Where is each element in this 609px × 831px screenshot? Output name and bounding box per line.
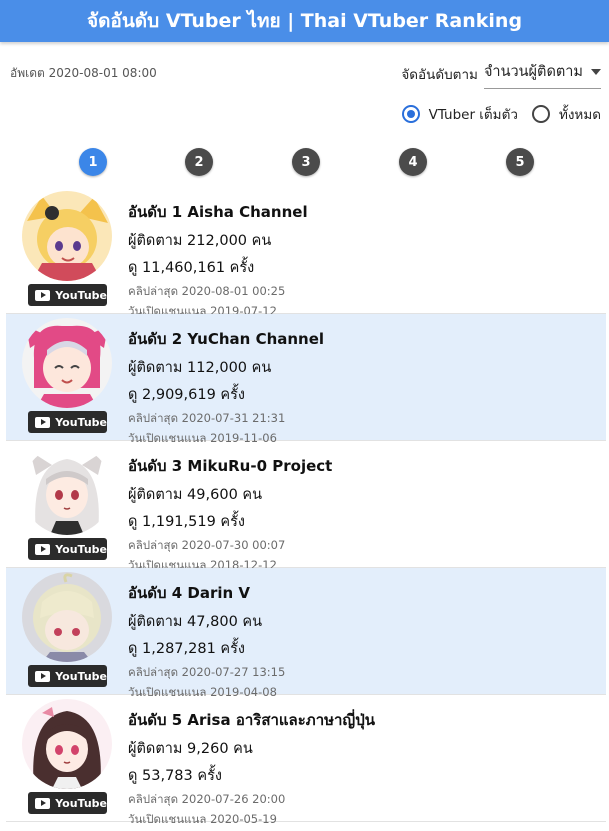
- page-title: จัดอันดับ VTuber ไทย | Thai VTuber Ranki…: [86, 10, 523, 32]
- youtube-play-icon: [35, 289, 51, 301]
- avatar[interactable]: [22, 699, 112, 789]
- list-item: YouTube อันดับ 2 YuChan Channel ผู้ติดตา…: [6, 314, 606, 445]
- sort-label: จัดอันดับตาม: [401, 66, 478, 83]
- youtube-badge[interactable]: YouTube: [28, 792, 107, 814]
- list-item: YouTube อันดับ 3 MikuRu-0 Project ผู้ติด…: [6, 441, 606, 572]
- entry-title[interactable]: อันดับ 2 YuChan Channel: [128, 327, 324, 351]
- page-button-4[interactable]: 4: [399, 148, 427, 176]
- last-clip: คลิปล่าสุด 2020-07-26 20:00: [128, 792, 286, 806]
- view-count: ดู 1,191,519 ครั้ง: [128, 514, 245, 530]
- youtube-play-icon: [35, 543, 51, 555]
- page-button-3[interactable]: 3: [292, 148, 320, 176]
- radio-selected-icon: [401, 105, 420, 123]
- youtube-label: YouTube: [55, 796, 107, 810]
- entry-info: อันดับ 2 YuChan Channel ผู้ติดตาม 112,00…: [128, 327, 324, 450]
- radio-vtuber-full[interactable]: VTuber เต็มตัว: [401, 103, 518, 125]
- toolbar: อัพเดต 2020-08-01 08:00 จัดอันดับตาม จำน…: [10, 58, 601, 89]
- youtube-label: YouTube: [55, 669, 107, 683]
- youtube-play-icon: [35, 670, 51, 682]
- page-button-2[interactable]: 2: [185, 148, 213, 176]
- entry-info: อันดับ 3 MikuRu-0 Project ผู้ติดตาม 49,6…: [128, 454, 332, 577]
- radio-label: ทั้งหมด: [558, 107, 601, 123]
- avatar[interactable]: [22, 572, 112, 662]
- sort-selected-value: จำนวนผู้ติดตาม: [483, 64, 583, 80]
- avatar[interactable]: [22, 445, 112, 535]
- avatar[interactable]: [22, 318, 112, 408]
- entry-info: อันดับ 1 Aisha Channel ผู้ติดตาม 212,000…: [128, 200, 308, 323]
- entry-title[interactable]: อันดับ 1 Aisha Channel: [128, 200, 308, 224]
- radio-label: VTuber เต็มตัว: [428, 107, 518, 123]
- entry-title[interactable]: อันดับ 5 Arisa อาริสาและภาษาญี่ปุ่น: [128, 708, 375, 732]
- entry-info: อันดับ 5 Arisa อาริสาและภาษาญี่ปุ่น ผู้ต…: [128, 708, 375, 831]
- updated-timestamp: อัพเดต 2020-08-01 08:00: [10, 66, 157, 80]
- subscriber-count: ผู้ติดตาม 112,000 คน: [128, 360, 272, 376]
- last-clip: คลิปล่าสุด 2020-07-30 00:07: [128, 538, 286, 552]
- sort-control: จัดอันดับตาม จำนวนผู้ติดตาม: [401, 58, 601, 89]
- page-button-5[interactable]: 5: [506, 148, 534, 176]
- youtube-badge[interactable]: YouTube: [28, 284, 107, 306]
- ranking-list: YouTube อันดับ 1 Aisha Channel ผู้ติดตาม…: [6, 187, 606, 826]
- app-bar: จัดอันดับ VTuber ไทย | Thai VTuber Ranki…: [0, 0, 609, 42]
- last-clip: คลิปล่าสุด 2020-07-27 13:15: [128, 665, 286, 679]
- youtube-badge[interactable]: YouTube: [28, 411, 107, 433]
- list-item: YouTube อันดับ 1 Aisha Channel ผู้ติดตาม…: [6, 187, 606, 318]
- avatar[interactable]: [22, 191, 112, 281]
- last-clip: คลิปล่าสุด 2020-08-01 00:25: [128, 284, 286, 298]
- entry-title[interactable]: อันดับ 4 Darin V: [128, 581, 285, 605]
- youtube-label: YouTube: [55, 288, 107, 302]
- radio-unselected-icon: [531, 105, 550, 123]
- list-item: YouTube อันดับ 5 Arisa อาริสาและภาษาญี่ป…: [6, 695, 606, 826]
- filter-radio-group: VTuber เต็มตัว ทั้งหมด: [388, 103, 601, 125]
- channel-opened: วันเปิดแชนแนล 2020-05-19: [128, 812, 277, 826]
- view-count: ดู 53,783 ครั้ง: [128, 768, 222, 784]
- view-count: ดู 11,460,161 ครั้ง: [128, 260, 255, 276]
- caret-down-icon: [591, 68, 601, 75]
- view-count: ดู 1,287,281 ครั้ง: [128, 641, 245, 657]
- entry-info: อันดับ 4 Darin V ผู้ติดตาม 47,800 คน ดู …: [128, 581, 285, 704]
- youtube-play-icon: [35, 797, 51, 809]
- list-item: YouTube อันดับ 4 Darin V ผู้ติดตาม 47,80…: [6, 568, 606, 699]
- youtube-badge[interactable]: YouTube: [28, 665, 107, 687]
- youtube-label: YouTube: [55, 415, 107, 429]
- sort-dropdown[interactable]: จำนวนผู้ติดตาม: [483, 58, 601, 89]
- subscriber-count: ผู้ติดตาม 212,000 คน: [128, 233, 272, 249]
- subscriber-count: ผู้ติดตาม 47,800 คน: [128, 614, 263, 630]
- pagination: 1 2 3 4 5: [0, 148, 609, 178]
- entry-title[interactable]: อันดับ 3 MikuRu-0 Project: [128, 454, 332, 478]
- subscriber-count: ผู้ติดตาม 49,600 คน: [128, 487, 263, 503]
- youtube-label: YouTube: [55, 542, 107, 556]
- view-count: ดู 2,909,619 ครั้ง: [128, 387, 245, 403]
- radio-all[interactable]: ทั้งหมด: [531, 103, 601, 125]
- page-button-1[interactable]: 1: [79, 148, 107, 176]
- subscriber-count: ผู้ติดตาม 9,260 คน: [128, 741, 253, 757]
- youtube-play-icon: [35, 416, 51, 428]
- last-clip: คลิปล่าสุด 2020-07-31 21:31: [128, 411, 286, 425]
- youtube-badge[interactable]: YouTube: [28, 538, 107, 560]
